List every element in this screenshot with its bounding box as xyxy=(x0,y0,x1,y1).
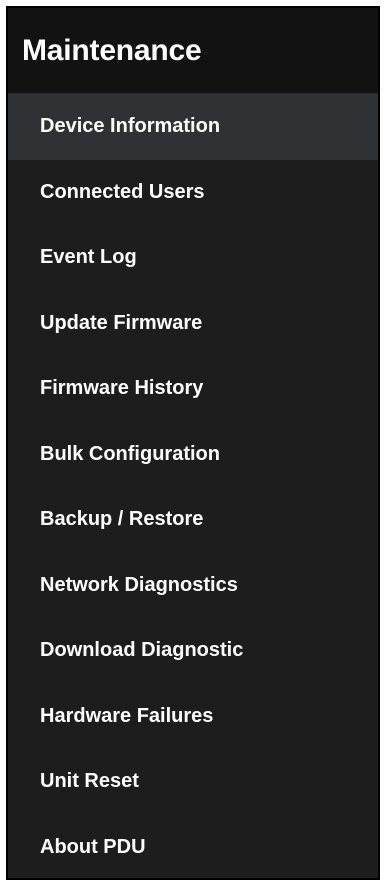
maintenance-menu-list: Device Information Connected Users Event… xyxy=(8,94,378,879)
menu-item-download-diagnostic[interactable]: Download Diagnostic xyxy=(8,618,378,684)
menu-item-firmware-history[interactable]: Firmware History xyxy=(8,356,378,422)
menu-item-network-diagnostics[interactable]: Network Diagnostics xyxy=(8,553,378,619)
menu-item-connected-users[interactable]: Connected Users xyxy=(8,160,378,226)
menu-item-hardware-failures[interactable]: Hardware Failures xyxy=(8,684,378,750)
menu-item-event-log[interactable]: Event Log xyxy=(8,225,378,291)
maintenance-menu-panel: Maintenance Device Information Connected… xyxy=(6,6,380,880)
menu-item-device-information[interactable]: Device Information xyxy=(8,94,378,160)
menu-title: Maintenance xyxy=(22,33,202,67)
menu-item-update-firmware[interactable]: Update Firmware xyxy=(8,291,378,357)
menu-item-backup-restore[interactable]: Backup / Restore xyxy=(8,487,378,553)
menu-item-unit-reset[interactable]: Unit Reset xyxy=(8,749,378,815)
menu-item-bulk-configuration[interactable]: Bulk Configuration xyxy=(8,422,378,488)
menu-item-about-pdu[interactable]: About PDU xyxy=(8,815,378,879)
menu-header: Maintenance xyxy=(8,8,378,94)
